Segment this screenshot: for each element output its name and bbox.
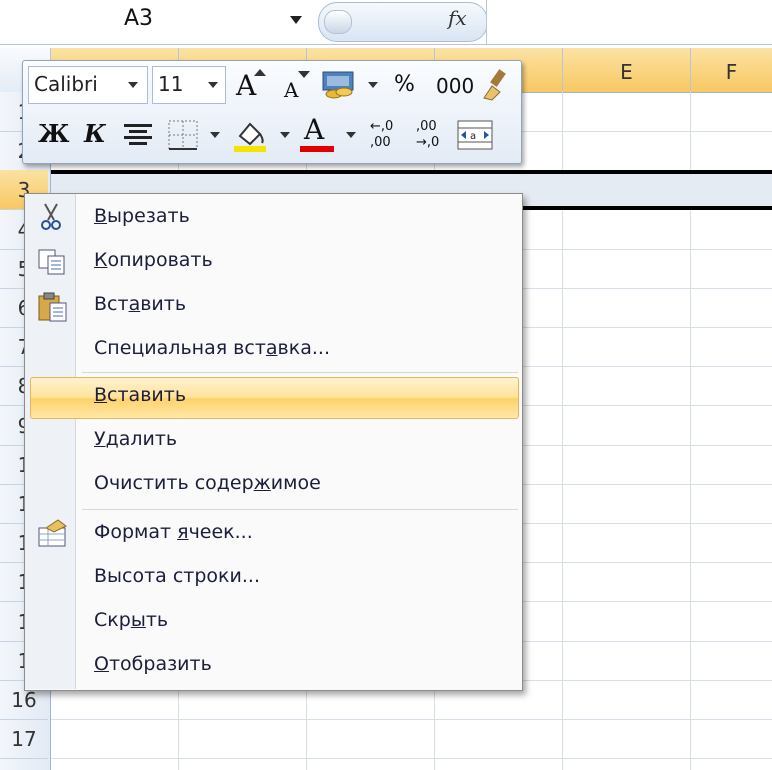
chevron-down-icon[interactable] (128, 82, 138, 88)
menu-label-u: я (177, 521, 189, 543)
formula-bar-resize-handle[interactable] (324, 10, 352, 34)
shrink-font-icon[interactable]: A (284, 80, 298, 100)
menu-label-pre: Скр (94, 609, 131, 631)
accounting-format-icon[interactable] (320, 68, 362, 102)
menu-label-u: В (94, 205, 108, 227)
menu-item-label: Скрыть (94, 609, 168, 631)
column-header-e[interactable]: E (563, 48, 691, 92)
format-painter-icon[interactable] (480, 68, 512, 102)
menu-label-post: опировать (107, 249, 213, 271)
menu-item-label: Формат ячеек... (94, 521, 253, 543)
menu-label-post: ть (145, 609, 169, 631)
menu-label-u: ж (253, 472, 271, 494)
menu-item-label: Очистить содержимое (94, 472, 321, 494)
menu-label-u: К (94, 249, 108, 271)
chevron-down-icon[interactable] (290, 16, 302, 24)
name-box-value: A3 (124, 6, 154, 31)
menu-item-label: Копировать (94, 249, 213, 271)
merge-center-icon[interactable]: a (456, 118, 494, 152)
insert-function-icon[interactable]: fx (448, 6, 467, 30)
borders-icon[interactable] (166, 118, 200, 152)
fill-color-icon[interactable] (232, 116, 270, 154)
gridline (51, 719, 772, 720)
menu-label-post: вить (140, 293, 187, 315)
percent-style-icon[interactable]: % (394, 74, 415, 96)
menu-label-post: чеек... (188, 521, 253, 543)
grow-arrow-icon (254, 69, 266, 76)
gridline (51, 758, 772, 760)
font-color-swatch (300, 146, 334, 152)
menu-item-label: Вставить (94, 293, 186, 315)
menu-label-u: О (94, 653, 109, 675)
font-size-value: 11 (158, 72, 184, 96)
menu-item-label: Вырезать (94, 205, 190, 227)
menu-label-post: далить (105, 428, 178, 450)
menu-label-pre: Специальная вст (94, 337, 266, 359)
chevron-down-icon[interactable] (210, 132, 220, 138)
center-align-icon[interactable] (122, 120, 154, 150)
menu-label-post: имое (270, 472, 321, 494)
menu-label-post: тобразить (108, 653, 212, 675)
menu-label-pre: Высота строки... (94, 565, 260, 587)
menu-label-u: В (94, 384, 108, 406)
column-header-f[interactable]: F (691, 48, 772, 92)
menu-item-label: Специальная вставка... (94, 337, 330, 359)
shrink-arrow-icon (298, 71, 310, 78)
menu-label-u: а (128, 293, 141, 315)
font-name-value: Calibri (34, 72, 98, 96)
menu-label-u: а (265, 337, 278, 359)
menu-label-post: ставить (107, 384, 187, 406)
row-header-17[interactable]: 17 (0, 719, 48, 760)
menu-label-u: ы (130, 609, 146, 631)
name-box[interactable] (0, 6, 314, 40)
chevron-down-icon[interactable] (208, 82, 218, 88)
increase-decimal-button[interactable] (366, 118, 406, 152)
comma-style-icon[interactable]: 000 (436, 76, 474, 96)
decrease-decimal-button[interactable] (412, 118, 452, 152)
menu-label-u: У (94, 428, 106, 450)
menu-item-label: Высота строки... (94, 565, 260, 587)
menu-separator (82, 372, 518, 373)
chevron-down-icon[interactable] (368, 82, 378, 88)
menu-label-pre: Формат (94, 521, 178, 543)
menu-label-post: ырезать (107, 205, 190, 227)
italic-button[interactable]: К (84, 122, 106, 146)
font-color-icon[interactable]: A (304, 116, 324, 144)
menu-item-label: Вставить (94, 384, 186, 406)
menu-item-label: Отобразить (94, 653, 212, 675)
bold-button[interactable]: Ж (38, 122, 70, 146)
menu-label-pre: Очистить содер (94, 472, 254, 494)
chevron-down-icon[interactable] (346, 132, 356, 138)
formula-input[interactable] (486, 0, 772, 44)
menu-item-label: Удалить (94, 428, 177, 450)
chevron-down-icon[interactable] (280, 132, 290, 138)
svg-text:a: a (470, 131, 476, 142)
menu-label-pre: Вст (94, 293, 129, 315)
menu-label-post: вка... (277, 337, 330, 359)
menu-separator (82, 509, 518, 510)
